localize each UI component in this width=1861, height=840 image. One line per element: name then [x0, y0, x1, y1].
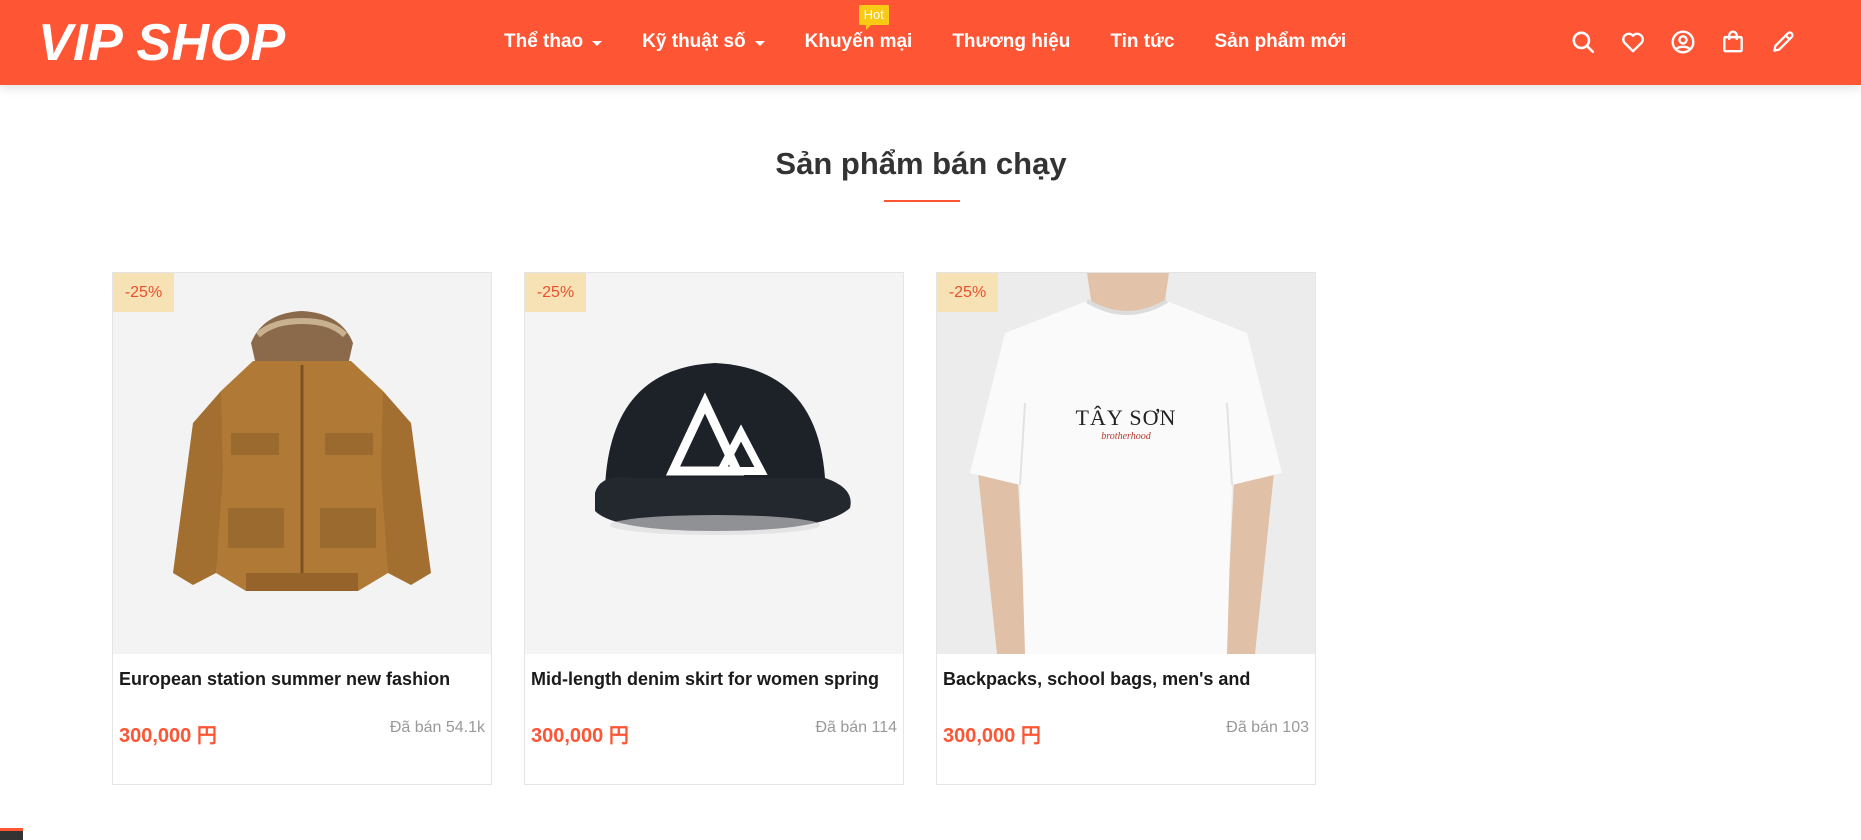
- hot-badge: Hot: [858, 5, 889, 30]
- site-logo[interactable]: VIP SHOP: [38, 14, 286, 72]
- section-title: Sản phẩm bán chạy: [775, 146, 1067, 181]
- product-price: 300,000 円: [531, 725, 629, 747]
- product-image-cap[interactable]: -25%: [525, 273, 903, 654]
- product-name[interactable]: Backpacks, school bags, men's and: [943, 669, 1309, 690]
- product-image-tshirt[interactable]: TÂY SƠN brotherhood -25%: [937, 273, 1315, 654]
- nav-item-label: Thể thao: [504, 31, 584, 52]
- product-name[interactable]: European station summer new fashion: [119, 669, 485, 690]
- corner-widget[interactable]: [0, 828, 23, 840]
- shopping-bag-icon[interactable]: [1718, 27, 1748, 57]
- product-sold-count: Đã bán 103: [1226, 719, 1309, 736]
- shirt-print-subtext: brotherhood: [1101, 431, 1151, 442]
- product-price: 300,000 円: [119, 725, 217, 747]
- user-icon[interactable]: [1668, 27, 1698, 57]
- product-sold-count: Đã bán 54.1k: [389, 719, 485, 736]
- shirt-print-text: TÂY SƠN: [1075, 405, 1177, 430]
- search-icon[interactable]: [1568, 27, 1598, 57]
- nav-item-khuyen-mai[interactable]: Hot Khuyến mại: [804, 5, 913, 53]
- nav-item-thuong-hieu[interactable]: Thương hiệu: [952, 31, 1070, 53]
- title-underline: [884, 200, 960, 202]
- site-header: VIP SHOP Thể thao Kỹ thuật số Hot Khuyến…: [0, 0, 1861, 85]
- product-price: 300,000 円: [943, 725, 1041, 747]
- pencil-icon[interactable]: [1768, 27, 1798, 57]
- nav-item-san-pham-moi[interactable]: Sản phẩm mới: [1214, 31, 1346, 53]
- discount-badge: -25%: [113, 273, 174, 312]
- nav-item-the-thao[interactable]: Thể thao: [504, 31, 603, 53]
- header-icons: [1568, 24, 1798, 60]
- nav-item-label: Kỹ thuật số: [642, 31, 746, 52]
- nav-item-label: Thương hiệu: [952, 31, 1071, 52]
- discount-badge: -25%: [525, 273, 586, 312]
- discount-badge: -25%: [937, 273, 998, 312]
- product-sold-count: Đã bán 114: [815, 719, 897, 736]
- product-card[interactable]: TÂY SƠN brotherhood -25% Backpacks, scho…: [936, 272, 1316, 785]
- product-grid: -25% European station summer new fashion…: [112, 272, 1316, 785]
- heart-icon[interactable]: [1618, 27, 1648, 57]
- product-card[interactable]: -25% European station summer new fashion…: [112, 272, 492, 785]
- nav-item-label: Tin tức: [1110, 31, 1175, 52]
- product-card[interactable]: -25% Mid-length denim skirt for women sp…: [524, 272, 904, 785]
- caret-down-icon: [592, 40, 603, 46]
- main-nav: Thể thao Kỹ thuật số Hot Khuyến mại Thươ…: [504, 5, 1346, 56]
- nav-item-label: Khuyến mại: [804, 31, 913, 52]
- product-name[interactable]: Mid-length denim skirt for women spring: [531, 669, 897, 690]
- nav-item-ky-thuat-so[interactable]: Kỹ thuật số: [642, 31, 765, 53]
- nav-item-tin-tuc[interactable]: Tin tức: [1110, 31, 1174, 53]
- product-image-jacket[interactable]: -25%: [113, 273, 491, 654]
- nav-item-label: Sản phẩm mới: [1214, 31, 1347, 52]
- caret-down-icon: [754, 40, 765, 46]
